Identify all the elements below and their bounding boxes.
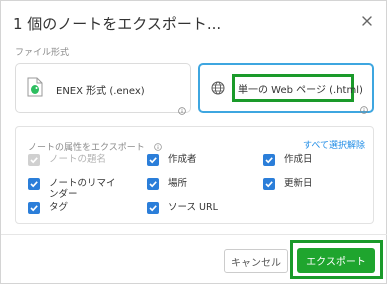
- attr-author[interactable]: 作成者: [147, 154, 197, 166]
- checkbox-label: 更新日: [284, 178, 313, 189]
- export-dialog: 1 個のノートをエクスポート... ファイル形式 ENEX 形式 (.enex): [0, 0, 387, 284]
- checkbox-label: 作成者: [168, 154, 197, 165]
- checkbox[interactable]: [147, 154, 159, 166]
- export-button[interactable]: エクスポート: [297, 248, 375, 273]
- attr-source-url[interactable]: ソース URL: [147, 202, 218, 214]
- format-option-html[interactable]: 単一の Web ページ (.html): [198, 63, 374, 114]
- checkbox[interactable]: [28, 202, 40, 214]
- close-icon[interactable]: [361, 15, 373, 27]
- checkbox-label: ノートのリマインダー: [49, 178, 116, 200]
- attr-tags[interactable]: タグ: [28, 202, 68, 214]
- format-option-enex[interactable]: ENEX 形式 (.enex): [15, 63, 191, 115]
- format-option-label: ENEX 形式 (.enex): [56, 86, 145, 97]
- checkbox-label: 場所: [168, 178, 188, 189]
- attr-note-reminder[interactable]: ノートのリマインダー: [28, 178, 119, 200]
- checkbox[interactable]: [28, 178, 40, 190]
- cancel-button[interactable]: キャンセル: [224, 249, 288, 273]
- question-icon[interactable]: [153, 143, 162, 151]
- checkbox-label: ソース URL: [168, 202, 218, 213]
- attr-updated-date[interactable]: 更新日: [263, 178, 313, 190]
- attr-note-title[interactable]: ノートの題名: [28, 154, 106, 166]
- checkbox-label: 作成日: [284, 154, 313, 165]
- attributes-label: ノートの属性をエクスポート: [28, 140, 162, 153]
- globe-icon: [211, 80, 227, 100]
- attributes-panel: ノートの属性をエクスポート すべて選択解除 ノートの題名 作成者 作成日 ノート…: [15, 126, 374, 224]
- dialog-title: 1 個のノートをエクスポート...: [13, 15, 222, 33]
- annotation-highlight: 単一の Web ページ (.html): [232, 74, 363, 102]
- checkbox[interactable]: [28, 154, 40, 166]
- checkbox-label: タグ: [49, 202, 69, 213]
- attr-created-date[interactable]: 作成日: [263, 154, 313, 166]
- info-icon[interactable]: [178, 100, 186, 115]
- file-format-label: ファイル形式: [15, 48, 70, 58]
- checkbox[interactable]: [147, 202, 159, 214]
- evernote-file-icon: [27, 77, 43, 97]
- attr-location[interactable]: 場所: [147, 178, 187, 190]
- checkbox[interactable]: [263, 178, 275, 190]
- deselect-all-link[interactable]: すべて選択解除: [303, 138, 365, 151]
- checkbox[interactable]: [147, 178, 159, 190]
- attributes-label-text: ノートの属性をエクスポート: [28, 143, 145, 153]
- checkbox-label: ノートの題名: [49, 154, 107, 165]
- footer-divider: [1, 234, 387, 235]
- checkbox[interactable]: [263, 154, 275, 166]
- format-option-label: 単一の Web ページ (.html): [238, 85, 363, 96]
- info-icon[interactable]: [360, 99, 368, 114]
